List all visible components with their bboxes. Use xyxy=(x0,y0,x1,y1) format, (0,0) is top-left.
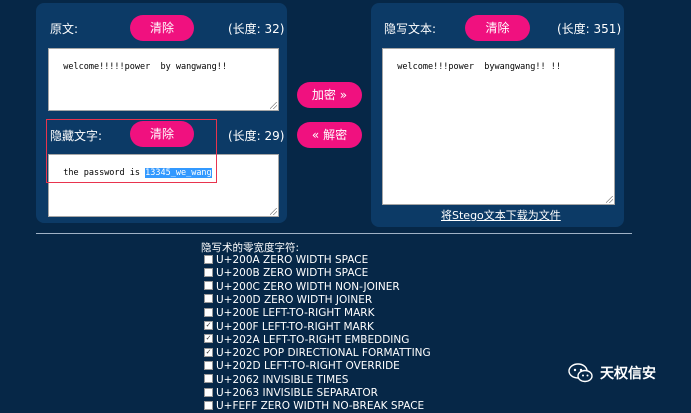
resize-handle[interactable] xyxy=(606,196,613,203)
option-label: U+2063 INVISIBLE SEPARATOR xyxy=(216,387,378,399)
original-textarea[interactable]: welcome!!!!!power by wangwang!! xyxy=(48,48,279,111)
original-clear-button[interactable]: 清除 xyxy=(130,15,194,41)
checkbox-unchecked[interactable] xyxy=(204,360,213,370)
stego-clear-button[interactable]: 清除 xyxy=(465,15,530,41)
zero-width-option[interactable]: U+200D ZERO WIDTH JOINER xyxy=(204,294,372,307)
watermark-text: 天权信安 xyxy=(600,366,656,382)
stego-label: 隐写文本: xyxy=(384,22,437,36)
zero-width-option[interactable]: U+202D LEFT-TO-RIGHT OVERRIDE xyxy=(204,360,400,373)
original-label: 原文: xyxy=(50,22,79,36)
original-text: welcome!!!!!power by wangwang!! xyxy=(63,62,228,72)
option-label: U+200B ZERO WIDTH SPACE xyxy=(216,267,369,280)
option-label: U+202A LEFT-TO-RIGHT EMBEDDING xyxy=(216,333,410,346)
option-label: U+202D LEFT-TO-RIGHT OVERRIDE xyxy=(216,360,400,373)
option-label: U+200D ZERO WIDTH JOINER xyxy=(216,293,373,306)
zero-width-option[interactable]: U+200C ZERO WIDTH NON-JOINER xyxy=(204,281,400,294)
encrypt-button[interactable]: 加密 » xyxy=(297,82,362,108)
checkbox-checked[interactable]: ✓ xyxy=(204,321,213,330)
highlight-annotation-box xyxy=(46,119,217,183)
checkbox-unchecked[interactable] xyxy=(204,307,213,317)
zero-width-option[interactable]: U+2063 INVISIBLE SEPARATOR xyxy=(204,387,378,400)
checkbox-checked[interactable]: ✓ xyxy=(204,334,213,344)
option-label: U+2062 INVISIBLE TIMES xyxy=(216,373,349,386)
hidden-length: (长度: 29) xyxy=(228,129,285,143)
zero-width-option[interactable]: U+200A ZERO WIDTH SPACE xyxy=(204,254,368,267)
watermark: 天权信安 xyxy=(568,363,656,383)
checkbox-unchecked[interactable] xyxy=(204,387,213,397)
wechat-icon xyxy=(568,363,593,383)
stego-length: (长度: 351) xyxy=(557,22,622,36)
zero-width-option[interactable]: ✓ U+202A LEFT-TO-RIGHT EMBEDDING xyxy=(204,334,409,347)
zero-width-option[interactable]: U+2062 INVISIBLE TIMES xyxy=(204,374,348,387)
option-label: U+200F LEFT-TO-RIGHT MARK xyxy=(216,320,374,333)
checkbox-unchecked[interactable] xyxy=(204,400,213,410)
option-label: U+FEFF ZERO WIDTH NO-BREAK SPACE xyxy=(216,400,425,413)
zero-width-option[interactable]: ✓ U+202C POP DIRECTIONAL FORMATTING xyxy=(204,347,431,360)
option-label: U+200C ZERO WIDTH NON-JOINER xyxy=(216,280,400,293)
option-label: U+200A ZERO WIDTH SPACE xyxy=(216,254,369,266)
download-stego-link[interactable]: 将Stego文本下载为文件 xyxy=(441,207,561,223)
section-divider xyxy=(36,233,632,234)
resize-handle[interactable] xyxy=(270,102,277,109)
zero-width-option[interactable]: ✓ U+200F LEFT-TO-RIGHT MARK xyxy=(204,321,374,334)
option-label: U+200E LEFT-TO-RIGHT MARK xyxy=(216,307,375,320)
checkbox-unchecked[interactable] xyxy=(204,294,213,304)
stego-textarea[interactable]: welcome!!!power bywangwang!! !! xyxy=(382,48,615,205)
original-length: (长度: 32) xyxy=(228,22,285,36)
checkbox-unchecked[interactable] xyxy=(204,374,213,384)
checkbox-unchecked[interactable] xyxy=(204,254,213,264)
resize-handle[interactable] xyxy=(270,208,277,215)
zero-width-option[interactable]: U+200B ZERO WIDTH SPACE xyxy=(204,267,368,280)
checkbox-unchecked[interactable] xyxy=(204,281,213,291)
zero-width-option[interactable]: U+FEFF ZERO WIDTH NO-BREAK SPACE xyxy=(204,400,424,413)
checkbox-unchecked[interactable] xyxy=(204,267,213,277)
checkbox-checked[interactable]: ✓ xyxy=(204,347,213,357)
option-label: U+202C POP DIRECTIONAL FORMATTING xyxy=(216,347,431,360)
decrypt-button[interactable]: « 解密 xyxy=(297,122,362,148)
zero-width-option[interactable]: U+200E LEFT-TO-RIGHT MARK xyxy=(204,307,374,320)
zero-width-config-title: 隐写术的零宽度字符: xyxy=(201,242,300,254)
stego-text: welcome!!!power bywangwang!! !! xyxy=(397,62,562,72)
